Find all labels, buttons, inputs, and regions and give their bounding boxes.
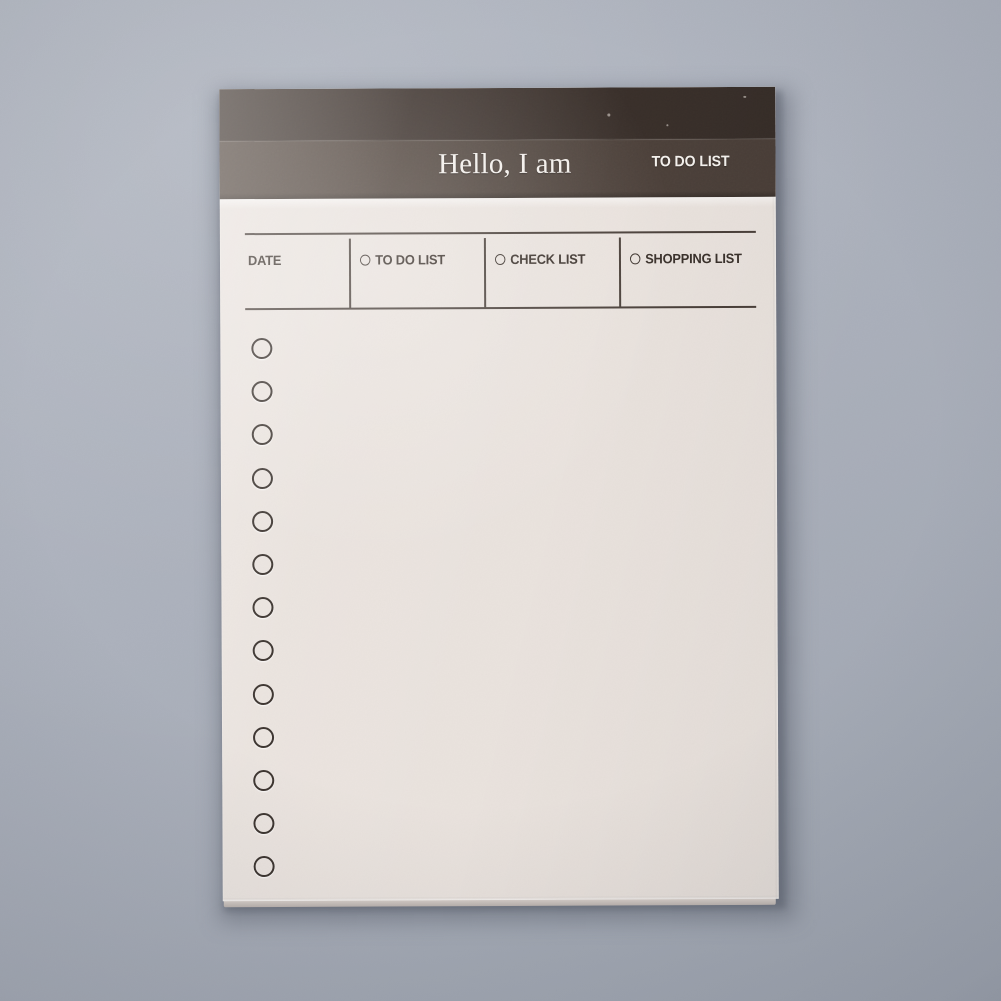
checklist-bullet-3[interactable] <box>251 424 273 446</box>
column-header-todo-list-label: TO DO LIST <box>375 252 446 268</box>
checklist-bullet-2[interactable] <box>251 381 273 403</box>
column-header-date-label: DATE <box>247 252 282 269</box>
notepad[interactable]: Hello, I am TO DO LIST DATE TO DO LIST C… <box>216 86 796 923</box>
column-header-check-list[interactable]: CHECK LIST <box>494 251 586 267</box>
checklist-bullet-12[interactable] <box>253 813 275 835</box>
greeting-text: Hello, I am <box>438 147 572 181</box>
column-header-todo-list[interactable]: TO DO LIST <box>359 252 446 268</box>
paper-lighting <box>219 86 779 902</box>
checklist-bullet-9[interactable] <box>252 683 274 705</box>
column-header-date: DATE <box>248 253 281 268</box>
desk-surface: Hello, I am TO DO LIST DATE TO DO LIST C… <box>0 0 1001 1001</box>
checklist-bullet-10[interactable] <box>253 726 275 748</box>
todo-list-badge: TO DO LIST <box>651 152 730 171</box>
table-column-divider <box>348 238 352 309</box>
column-header-check-list-label: CHECK LIST <box>510 251 586 267</box>
table-column-divider <box>483 238 487 309</box>
column-header-shopping-list[interactable]: SHOPPING LIST <box>629 250 742 267</box>
checklist-bullet-column <box>219 87 779 901</box>
checklist-bullet-6[interactable] <box>252 553 274 576</box>
header-band-dark-texture <box>219 86 776 142</box>
circle-outline-icon[interactable] <box>629 253 641 265</box>
paper-speck <box>666 124 668 126</box>
checklist-bullet-7[interactable] <box>252 597 274 619</box>
circle-outline-icon[interactable] <box>359 254 371 266</box>
table-rule-top <box>244 230 756 236</box>
table-column-divider <box>618 237 622 308</box>
checklist-bullet-11[interactable] <box>253 769 275 792</box>
paper-speck <box>743 95 747 98</box>
notepad-top-sheet[interactable]: Hello, I am TO DO LIST DATE TO DO LIST C… <box>219 86 779 902</box>
checklist-bullet-5[interactable] <box>252 510 274 532</box>
paper-speck <box>607 113 610 117</box>
column-header-shopping-list-label: SHOPPING LIST <box>645 250 742 267</box>
paper-texture <box>219 86 779 902</box>
checklist-bullet-8[interactable] <box>252 640 274 662</box>
table-rule-bottom <box>245 305 757 311</box>
checklist-bullet-13[interactable] <box>253 856 275 878</box>
checklist-bullet-1[interactable] <box>251 337 273 360</box>
header-band-dark <box>219 86 776 142</box>
header-band-shade <box>219 190 776 200</box>
checklist-bullet-4[interactable] <box>251 467 273 489</box>
circle-outline-icon[interactable] <box>494 253 506 266</box>
